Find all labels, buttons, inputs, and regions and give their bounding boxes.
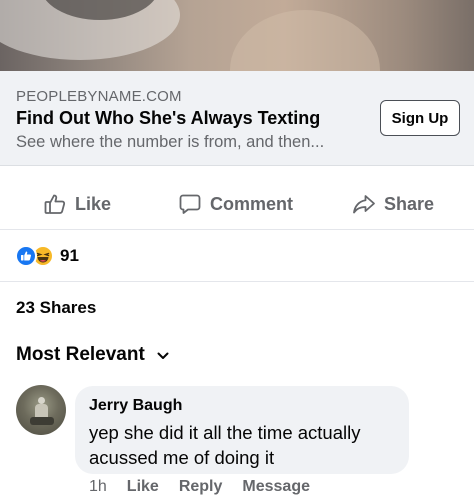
avatar[interactable] <box>16 385 66 435</box>
thumbs-up-icon <box>43 192 67 216</box>
reaction-count: 91 <box>60 246 79 265</box>
like-button-label: Like <box>75 193 112 214</box>
divider <box>0 281 474 282</box>
comment-bubble-icon <box>178 192 202 216</box>
ad-link-preview[interactable]: PEOPLEBYNAME.COM Find Out Who She's Alwa… <box>0 71 474 166</box>
ad-title: Find Out Who She's Always Texting <box>16 108 321 128</box>
comment-author[interactable]: Jerry Baugh <box>89 397 182 415</box>
comment-meta: 1h Like Reply Message <box>89 478 330 496</box>
like-button[interactable]: Like <box>43 178 111 230</box>
comment-like-link[interactable]: Like <box>127 478 159 496</box>
comment-time: 1h <box>89 478 107 495</box>
post-photo[interactable] <box>0 0 474 71</box>
share-button-label: Share <box>384 193 435 214</box>
comments-sort-dropdown[interactable]: Most Relevant <box>16 344 169 366</box>
like-reaction-icon <box>15 245 37 267</box>
comment-bubble[interactable]: Jerry Baugh yep she did it all the time … <box>75 386 409 474</box>
comment-reply-link[interactable]: Reply <box>179 478 223 496</box>
share-button[interactable]: Share <box>352 178 434 230</box>
ad-description: See where the number is from, and then..… <box>16 133 325 151</box>
comments-sort-label: Most Relevant <box>16 344 145 365</box>
share-arrow-icon <box>352 192 376 216</box>
sign-up-button[interactable]: Sign Up <box>380 100 460 136</box>
chevron-down-icon <box>157 344 169 366</box>
comment-message-link[interactable]: Message <box>242 478 310 496</box>
ad-domain: PEOPLEBYNAME.COM <box>16 88 182 105</box>
comment-button-label: Comment <box>210 193 294 214</box>
comment-button[interactable]: Comment <box>178 178 293 230</box>
comment-text: yep she did it all the time actually acu… <box>89 422 361 468</box>
reactions-summary[interactable]: 91 <box>15 244 79 268</box>
post-action-bar: Like Comment Share <box>0 178 474 230</box>
shares-count[interactable]: 23 Shares <box>16 298 96 318</box>
